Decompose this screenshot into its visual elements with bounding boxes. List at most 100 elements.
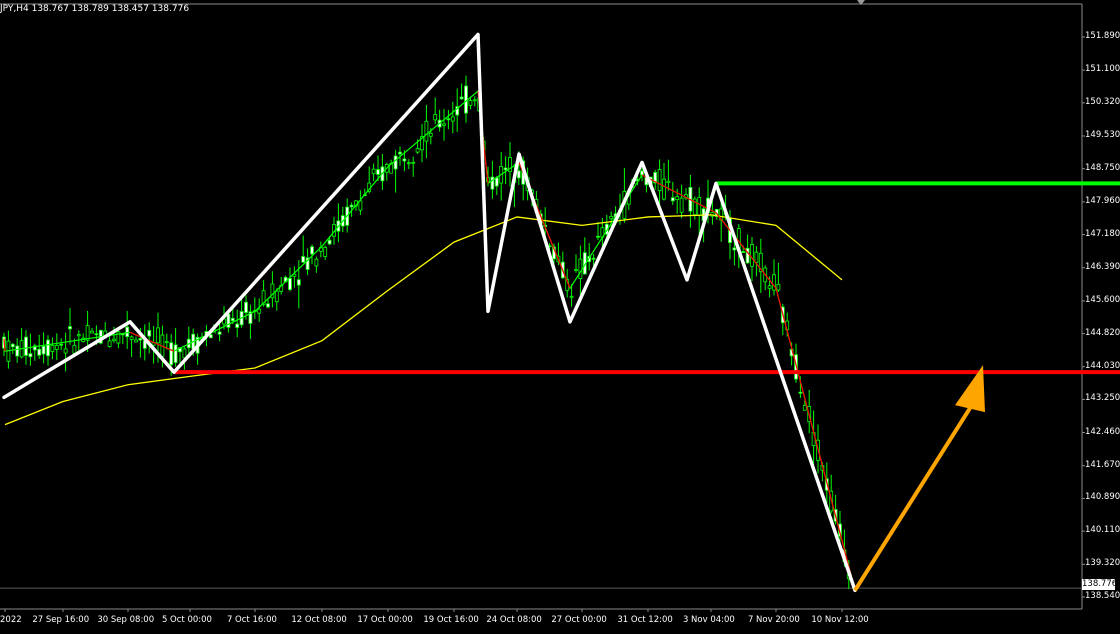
candle-body (490, 176, 495, 190)
candle-body (156, 327, 160, 344)
candle-body (516, 170, 521, 179)
y-tick-label: 151.100 (1085, 64, 1120, 75)
y-tick-label: 144.030 (1085, 360, 1120, 371)
candle-body (217, 331, 222, 335)
y-tick-label: 151.890 (1085, 31, 1120, 41)
candle-body (376, 169, 380, 175)
current-price-label: 138.776 (1082, 579, 1118, 590)
candle-body (28, 353, 33, 358)
candle-body (596, 235, 600, 238)
candle-body (112, 338, 116, 342)
candle-body (147, 330, 152, 337)
candle-body (450, 116, 455, 122)
candle-body (679, 197, 684, 213)
symbol-info: JPY,H4 138.767 138.789 138.457 138.776 (0, 4, 190, 14)
candle-body (411, 161, 416, 164)
candle-body (732, 247, 737, 251)
candle-body (288, 277, 292, 291)
candle-body (138, 338, 143, 341)
candle-body (459, 96, 464, 100)
x-tick-label: 5 Oct 00:00 (161, 615, 212, 625)
candle-body (90, 330, 94, 334)
candle-body (164, 341, 169, 344)
y-tick-label: 149.530 (1085, 129, 1120, 140)
candle-body (134, 339, 138, 343)
candle-body (24, 336, 28, 356)
y-tick-label: 139.320 (1085, 558, 1120, 569)
candle-body (398, 151, 402, 155)
candle-body (569, 295, 574, 298)
x-tick-label: 27 Oct 00:00 (551, 615, 607, 625)
x-tick-label: 31 Oct 12:00 (617, 615, 673, 625)
candle-body (76, 334, 81, 337)
y-tick-label: 150.320 (1085, 96, 1120, 107)
candle-body (406, 162, 411, 165)
candle-body (63, 348, 68, 354)
candle-body (349, 204, 354, 208)
candle-body (776, 283, 781, 291)
candle-body (15, 345, 20, 357)
candle-body (670, 197, 675, 202)
candle-body (657, 169, 662, 192)
candle-body (754, 251, 759, 263)
candle-body (68, 326, 72, 330)
chart-shift-marker-icon[interactable] (857, 0, 865, 5)
candle-body (301, 256, 306, 263)
price-chart[interactable]: JPY,H4 138.767 138.789 138.457 138.776 1… (0, 0, 1120, 630)
y-tick-label: 146.390 (1085, 261, 1120, 272)
candle-body (323, 247, 328, 257)
candle-body (41, 345, 46, 355)
y-tick-label: 147.960 (1085, 195, 1120, 206)
candle-body (424, 120, 429, 142)
y-tick-label: 145.600 (1085, 294, 1120, 305)
candle-body (230, 317, 235, 322)
y-tick-label: 147.180 (1085, 228, 1120, 239)
candle-body (666, 180, 671, 183)
candle-body (591, 257, 596, 260)
candle-body (442, 123, 446, 126)
candle-body (433, 114, 438, 121)
candle-body (244, 301, 248, 313)
candle-body (274, 290, 279, 303)
candle-body (697, 196, 702, 216)
y-tick-label: 148.750 (1085, 162, 1120, 173)
candle-body (94, 333, 99, 336)
x-tick-label: 12 Oct 08:00 (291, 615, 347, 625)
candle-body (574, 269, 578, 272)
candle-body (402, 158, 407, 162)
x-tick-label: 2022 (0, 615, 22, 625)
x-tick-label: 3 Nov 04:00 (682, 615, 735, 625)
y-tick-label: 142.460 (1085, 426, 1120, 437)
candle-body (129, 336, 134, 340)
candle-body (10, 343, 15, 348)
candle-body (125, 326, 130, 338)
candle-body (173, 344, 178, 363)
x-tick-label: 7 Nov 20:00 (747, 615, 800, 625)
candle-body (468, 100, 473, 106)
chart-background (0, 0, 1120, 630)
y-tick-label: 144.820 (1085, 327, 1120, 338)
y-tick-label: 140.110 (1085, 525, 1120, 536)
candle-body (296, 279, 301, 286)
candle-body (182, 348, 187, 359)
x-tick-label: 7 Oct 16:00 (226, 615, 277, 625)
candle-body (310, 246, 314, 255)
chart-canvas[interactable] (0, 0, 1120, 630)
candle-body (503, 167, 508, 171)
candle-body (393, 155, 398, 170)
candle-body (257, 308, 262, 314)
y-tick-label: 138.540 (1085, 591, 1120, 601)
candle-body (428, 132, 433, 137)
candle-body (327, 239, 332, 245)
candle-body (446, 118, 451, 121)
candle-body (802, 404, 807, 411)
candle-body (741, 251, 746, 253)
candle-body (169, 342, 174, 366)
candle-body (46, 339, 50, 357)
candle-body (767, 285, 772, 289)
candle-body (371, 168, 376, 175)
x-tick-label: 17 Oct 00:00 (357, 615, 413, 625)
candle-body (266, 303, 270, 308)
candle-body (59, 343, 64, 346)
candle-body (798, 391, 803, 394)
